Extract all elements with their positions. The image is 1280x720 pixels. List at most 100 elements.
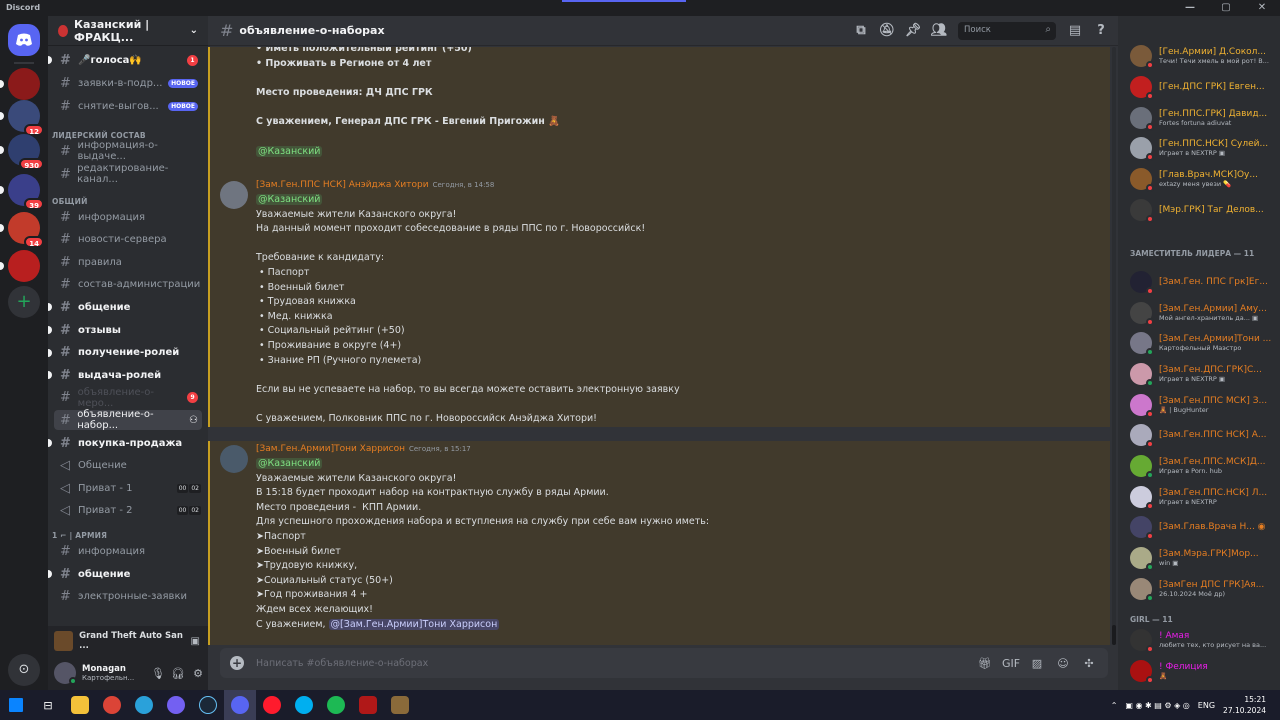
member-item[interactable]: [Зам.Мэра.ГРК]Мор... win ▣ bbox=[1130, 543, 1276, 573]
member-item[interactable]: ! Амая любите тех, кто рисует на ва... bbox=[1130, 625, 1276, 655]
threads-icon[interactable]: ⧉ bbox=[848, 23, 874, 38]
channel-item[interactable]: # новости-сервера bbox=[54, 230, 202, 250]
help-icon[interactable]: ? bbox=[1088, 23, 1114, 38]
pin-icon[interactable]: 📌︎ bbox=[900, 23, 926, 38]
windows-start-icon[interactable] bbox=[0, 690, 32, 720]
channel-item[interactable]: # информация bbox=[54, 207, 202, 227]
channel-item[interactable]: # отзывы bbox=[48, 320, 202, 340]
user-mention[interactable]: @[Зам.Ген.Армии]Тони Харрисон bbox=[328, 618, 500, 630]
role-mention[interactable]: @Казанский bbox=[256, 458, 323, 469]
member-item[interactable]: [Зам.Ген.ППС НСК] А... bbox=[1130, 420, 1276, 450]
channel-item[interactable]: # заявки-в-подр... НОВОЕ bbox=[54, 73, 202, 93]
file-explorer-icon[interactable] bbox=[64, 690, 96, 720]
member-item[interactable]: [Ген.ДПС ГРК] Евген... bbox=[1130, 72, 1276, 102]
channel-item[interactable]: # объявление-о-меро... 9 bbox=[54, 387, 202, 409]
author-name[interactable]: [Зам.Ген.Армии]Тони Харрисон bbox=[256, 444, 405, 454]
server-icon[interactable]: 12 bbox=[0, 100, 44, 136]
member-item[interactable]: ! Фелиция 🧸 bbox=[1130, 656, 1276, 686]
maximize-button[interactable]: ▢ bbox=[1208, 0, 1244, 16]
avatar[interactable] bbox=[54, 662, 77, 685]
steam-icon[interactable] bbox=[192, 690, 224, 720]
member-item[interactable]: [Зам.Ген. ППС Грк]Ег... bbox=[1130, 267, 1276, 297]
channel-item[interactable]: # состав-администрации bbox=[54, 275, 202, 295]
member-item[interactable]: [ЗамГен ДПС ГРК]Ая... 26.10.2024 Моё др) bbox=[1130, 574, 1276, 604]
sticker-icon[interactable]: ▨ bbox=[1024, 657, 1050, 670]
inbox-icon[interactable]: ▤ bbox=[1062, 23, 1088, 38]
discord-home-icon[interactable] bbox=[8, 24, 40, 56]
member-item[interactable]: [Зам.Ген.ППС.НСК] Л... Играет в NEXTRP bbox=[1130, 482, 1276, 512]
message-author[interactable]: [Зам.Ген.Армии]Тони Харрисон Сегодня, в 1… bbox=[256, 444, 471, 454]
chevron-down-icon[interactable]: ⌄ bbox=[190, 25, 198, 36]
avatar[interactable] bbox=[220, 181, 248, 209]
role-mention[interactable]: @Казанский bbox=[256, 146, 323, 158]
server-icon[interactable] bbox=[0, 68, 40, 100]
clock[interactable]: 15:21 27.10.2024 bbox=[1223, 694, 1266, 716]
screen-share-icon[interactable]: ▣ bbox=[191, 636, 200, 647]
explore-icon[interactable]: ⊙ bbox=[8, 654, 40, 686]
scrollbar-thumb[interactable] bbox=[1112, 625, 1116, 645]
add-attachment-icon[interactable]: + bbox=[230, 656, 244, 670]
headphones-icon[interactable]: 🎧︎ bbox=[168, 667, 188, 680]
member-item[interactable]: [Ген.ППС.ГРК] Давид... Fortes fortuna adi… bbox=[1130, 103, 1276, 133]
channel-item[interactable]: # общение bbox=[48, 564, 202, 584]
member-item[interactable]: [Зам.Ген.ДПС.ГРК]С... Играет в NEXTRP ▣ bbox=[1130, 359, 1276, 389]
channel-item[interactable]: ◁ Приват - 2 00 02 bbox=[54, 501, 202, 521]
member-item[interactable]: [Зам.Ген.ППС МСК] З... 🧸 | BugHunter bbox=[1130, 390, 1276, 420]
nextrp-icon[interactable] bbox=[352, 690, 384, 720]
server-header[interactable]: Казанский | ФРАКЦ... ⌄ bbox=[48, 16, 208, 46]
channel-item[interactable]: # объявление-о-набор... ⚇ bbox=[54, 409, 202, 431]
server-icon[interactable]: 14 bbox=[0, 212, 44, 248]
chrome-icon[interactable] bbox=[96, 690, 128, 720]
category-army[interactable]: 1 ⌐ | АРМИЯ bbox=[52, 531, 107, 540]
member-item[interactable]: [Зам.Ген.Армии]Тони ... Картофельный Маэс… bbox=[1130, 328, 1276, 358]
search-input[interactable]: Поиск ⌕ bbox=[958, 21, 1056, 40]
gear-icon[interactable]: ⚙ bbox=[188, 667, 208, 680]
avatar[interactable] bbox=[220, 445, 248, 473]
category-general[interactable]: ОБЩИЙ bbox=[52, 197, 88, 206]
member-item[interactable]: [Глав.Врач.МСК]Оу... extazy меня увези 💊 bbox=[1130, 164, 1276, 194]
minimize-button[interactable]: — bbox=[1172, 0, 1208, 16]
message-author[interactable]: [Зам.Ген.ППС НСК] Анэйджа Хитори Сегодня,… bbox=[256, 180, 494, 190]
apps-icon[interactable]: ✣ bbox=[1076, 657, 1102, 670]
channel-item[interactable]: # покупка-продажа bbox=[48, 433, 202, 453]
channel-item[interactable]: ◁ Приват - 1 00 02 bbox=[54, 478, 202, 498]
server-icon[interactable]: 930 bbox=[0, 134, 44, 170]
channel-item[interactable]: # информация-о-выдаче... bbox=[54, 140, 202, 162]
task-view-icon[interactable]: ⊟ bbox=[32, 690, 64, 720]
member-item[interactable]: [Зам.Ген.Армии] Аму... Мой ангел-хранител… bbox=[1130, 298, 1276, 328]
category-leaders[interactable]: ЛИДЕРСКИЙ СОСТАВ bbox=[52, 131, 146, 140]
channel-item[interactable]: # правила bbox=[54, 252, 202, 272]
chevron-up-icon[interactable]: ⌃ bbox=[1111, 701, 1118, 710]
channel-item[interactable]: # информация bbox=[54, 541, 202, 561]
member-item[interactable]: [Ген.ППС.НСК] Сулей... Играет в NEXTRP ▣ bbox=[1130, 133, 1276, 163]
add-server-icon[interactable]: + bbox=[8, 286, 40, 318]
channel-item[interactable]: # выдача-ролей bbox=[48, 365, 202, 385]
spotify-icon[interactable] bbox=[320, 690, 352, 720]
member-item[interactable]: [Ген.Армии] Д.Сокол... Течи! Течи хмель в… bbox=[1130, 41, 1276, 71]
mention[interactable]: @Казанский bbox=[256, 146, 323, 158]
gta-icon[interactable] bbox=[384, 690, 416, 720]
message-composer[interactable]: + Написать #объявление-о-наборах 🎁︎ GIF … bbox=[220, 648, 1108, 678]
channel-item[interactable]: # электронные-заявки bbox=[54, 587, 202, 607]
gift-icon[interactable]: 🎁︎ bbox=[972, 657, 998, 670]
discord-taskbar-icon[interactable] bbox=[224, 690, 256, 720]
channel-item[interactable]: ◁ Общение bbox=[54, 456, 202, 476]
activity-panel[interactable]: Grand Theft Auto San ... ▣ bbox=[48, 626, 208, 656]
member-item[interactable]: [Зам.Ген.ППС.МСК]Д... Играет в Porn. hub bbox=[1130, 451, 1276, 481]
channel-item[interactable]: # общение bbox=[48, 297, 202, 317]
role-mention[interactable]: @Казанский bbox=[256, 194, 323, 205]
member-item[interactable]: [Мэр.ГРК] Таг Делов... bbox=[1130, 195, 1276, 225]
author-name[interactable]: [Зам.Ген.ППС НСК] Анэйджа Хитори bbox=[256, 180, 429, 190]
microphone-icon[interactable]: 🎙︎ bbox=[148, 667, 168, 680]
close-button[interactable]: ✕ bbox=[1244, 0, 1280, 16]
language-indicator[interactable]: ENG bbox=[1198, 701, 1215, 710]
channel-item[interactable]: # получение-ролей bbox=[48, 343, 202, 363]
viber-icon[interactable] bbox=[160, 690, 192, 720]
notification-bell-icon[interactable]: 🔕︎ bbox=[874, 23, 900, 38]
member-item[interactable]: [Зам.Глав.Врача Н... ◉ bbox=[1130, 512, 1276, 542]
telegram-icon[interactable] bbox=[128, 690, 160, 720]
add-member-icon[interactable]: ⚇ bbox=[189, 415, 198, 426]
channel-item[interactable]: # редактирование-канал... bbox=[54, 163, 202, 185]
member-list-icon[interactable]: 👥︎ bbox=[926, 23, 952, 38]
channel-item[interactable]: # снятие-выгов... НОВОЕ bbox=[54, 96, 202, 116]
